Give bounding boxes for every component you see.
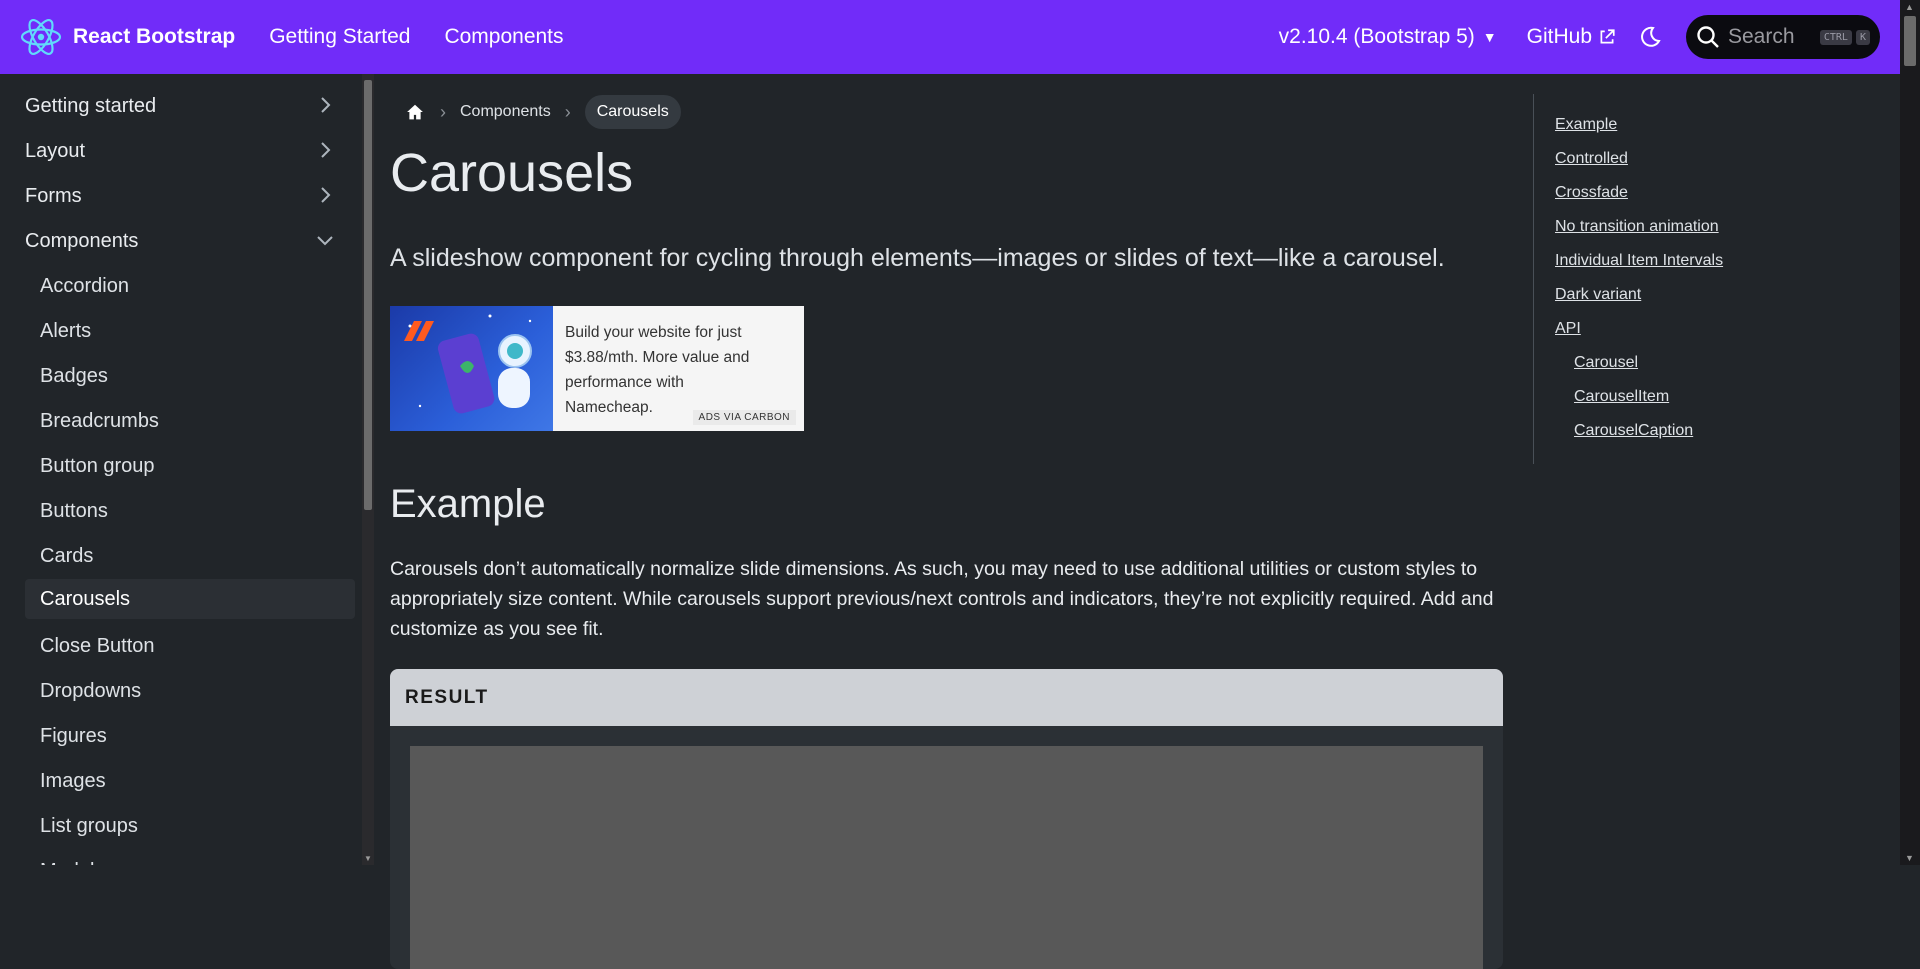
chevron-right-icon [321,187,331,203]
sidebar-item-dropdowns[interactable]: Dropdowns [25,671,355,711]
breadcrumb: › Components › Carousels [390,94,681,130]
window-scrollbar-thumb[interactable] [1904,16,1916,66]
sidebar-section-label: Getting started [25,94,157,117]
breadcrumb-separator-icon: › [440,101,446,122]
carbon-ad[interactable]: Build your website for just $3.88/mth. M… [390,306,804,431]
sidebar-item-images[interactable]: Images [25,761,355,801]
kbd-k: K [1855,29,1870,45]
toc-link-controlled[interactable]: Controlled [1555,150,1628,168]
top-navbar: React Bootstrap Getting Started Componen… [0,0,1900,74]
brand-name: React Bootstrap [73,25,236,48]
breadcrumb-components[interactable]: Components [460,103,551,121]
sidebar-section-forms[interactable]: Forms [25,176,355,216]
sidebar-item-figures[interactable]: Figures [25,716,355,756]
ad-image[interactable] [390,306,553,431]
sidebar-section-label: Layout [25,139,86,162]
breadcrumb-current: Carousels [584,95,681,129]
theme-toggle-button[interactable] [1638,25,1662,49]
nav-components[interactable]: Components [444,25,563,49]
moon-icon [1641,26,1661,47]
sidebar-section-components[interactable]: Components [25,221,355,261]
toc-link-dark-variant[interactable]: Dark variant [1555,286,1641,304]
caret-down-icon: ▼ [1482,29,1497,45]
sidebar-item-alerts[interactable]: Alerts [25,311,355,351]
window-scrollbar[interactable]: ▲ ▼ [1900,0,1920,865]
sidebar-item-accordion[interactable]: Accordion [25,266,355,306]
sidebar-section-getting-started[interactable]: Getting started [25,86,355,126]
section-heading-example: Example [390,482,546,526]
version-dropdown[interactable]: v2.10.4 (Bootstrap 5) ▼ [1279,25,1497,49]
sidebar-nav: Getting started Layout Forms Components … [0,74,360,865]
chevron-right-icon [321,97,331,113]
sidebar-scrollbar-thumb[interactable] [364,80,372,510]
page-title: Carousels [390,143,634,203]
external-link-icon [1600,29,1615,44]
sidebar-item-badges[interactable]: Badges [25,356,355,396]
sidebar-item-cards[interactable]: Cards [25,536,355,576]
chevron-right-icon [321,142,331,158]
section-paragraph: Carousels don’t automatically normalize … [390,558,1494,640]
sidebar-item-list-groups[interactable]: List groups [25,806,355,846]
sidebar-section-label: Forms [25,184,82,207]
sidebar-item-close-button[interactable]: Close Button [25,626,355,666]
sidebar-item-breadcrumbs[interactable]: Breadcrumbs [25,401,355,441]
result-header: RESULT [390,669,1503,726]
toc-link-carousel-caption[interactable]: CarouselCaption [1574,422,1693,440]
search-placeholder: Search [1728,25,1795,48]
sidebar-item-button-group[interactable]: Button group [25,446,355,486]
toc-link-carousel-item[interactable]: CarouselItem [1574,388,1669,406]
scroll-up-arrow-icon[interactable]: ▲ [1905,2,1914,12]
scroll-down-arrow-icon[interactable]: ▼ [364,854,372,863]
sidebar-item-buttons[interactable]: Buttons [25,491,355,531]
toc-link-api[interactable]: API [1555,320,1581,338]
search-button[interactable]: Search CTRL K [1686,15,1880,59]
kbd-ctrl: CTRL [1819,29,1852,45]
toc-link-example[interactable]: Example [1555,116,1617,134]
sidebar-item-modals[interactable]: Modals [25,851,355,866]
scroll-down-arrow-icon[interactable]: ▼ [1905,853,1914,863]
github-link[interactable]: GitHub [1527,25,1616,49]
sidebar-section-layout[interactable]: Layout [25,131,355,171]
toc-link-carousel[interactable]: Carousel [1574,354,1638,372]
home-icon[interactable] [404,101,426,123]
sidebar-scrollbar[interactable]: ▼ [362,74,374,865]
breadcrumb-separator-icon: › [564,101,571,122]
react-logo-icon [20,19,62,55]
github-label: GitHub [1526,25,1592,48]
chevron-down-icon [317,236,333,246]
page-lead: A slideshow component for cycling throug… [390,244,1445,272]
table-of-contents: Example Controlled Crossfade No transiti… [1533,94,1774,464]
search-icon [1697,26,1719,48]
sidebar-item-carousels[interactable]: Carousels [25,579,355,619]
nav-getting-started[interactable]: Getting Started [269,25,410,49]
brand-link[interactable]: React Bootstrap [19,17,235,57]
toc-link-item-intervals[interactable]: Individual Item Intervals [1555,252,1723,270]
ad-via-label[interactable]: ADS VIA CARBON [692,410,796,425]
result-panel: RESULT [390,669,1503,969]
carousel-slide[interactable] [410,746,1483,969]
toc-link-crossfade[interactable]: Crossfade [1555,184,1628,202]
version-label: v2.10.4 (Bootstrap 5) [1278,25,1475,48]
toc-link-no-transition[interactable]: No transition animation [1555,218,1719,236]
sidebar-section-label: Components [25,229,139,252]
